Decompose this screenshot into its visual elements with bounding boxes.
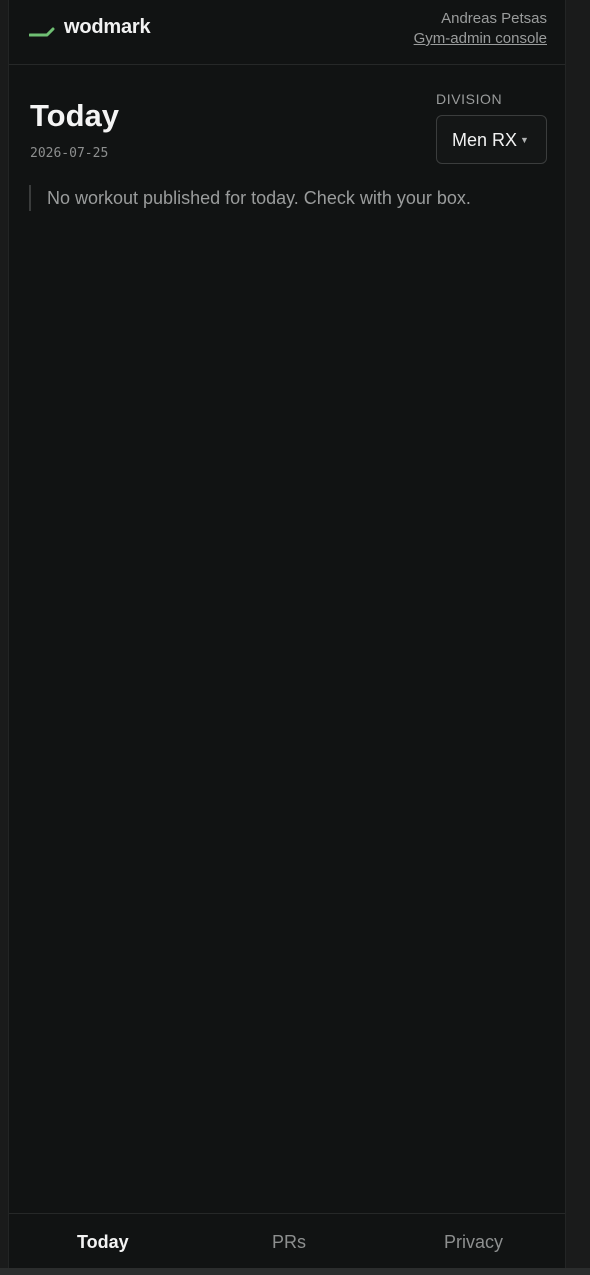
logo-mark-icon	[29, 27, 55, 37]
division-select[interactable]: Men RX ▼	[436, 115, 547, 164]
tab-today[interactable]: Today	[77, 1232, 129, 1253]
caret-down-icon: ▼	[520, 135, 529, 145]
app-frame: wodmark Andreas Petsas Gym-admin console…	[8, 0, 566, 1268]
tab-prs[interactable]: PRs	[272, 1232, 306, 1253]
division-label: DIVISION	[436, 91, 503, 107]
brand-name: wodmark	[64, 16, 151, 38]
page-date: 2026-07-25	[30, 146, 109, 161]
top-header: wodmark Andreas Petsas Gym-admin console	[9, 0, 565, 65]
empty-workout-notice: No workout published for today. Check wi…	[29, 185, 471, 211]
division-selected-value: Men RX	[452, 130, 518, 150]
user-block: Andreas Petsas Gym-admin console	[414, 9, 547, 49]
tab-privacy[interactable]: Privacy	[444, 1232, 503, 1253]
page-title: Today	[30, 98, 119, 133]
gym-admin-console-link[interactable]: Gym-admin console	[414, 29, 547, 49]
bottom-tab-bar: Today PRs Privacy	[9, 1213, 565, 1269]
window-bottom-edge	[0, 1268, 590, 1275]
user-name: Andreas Petsas	[441, 10, 547, 27]
